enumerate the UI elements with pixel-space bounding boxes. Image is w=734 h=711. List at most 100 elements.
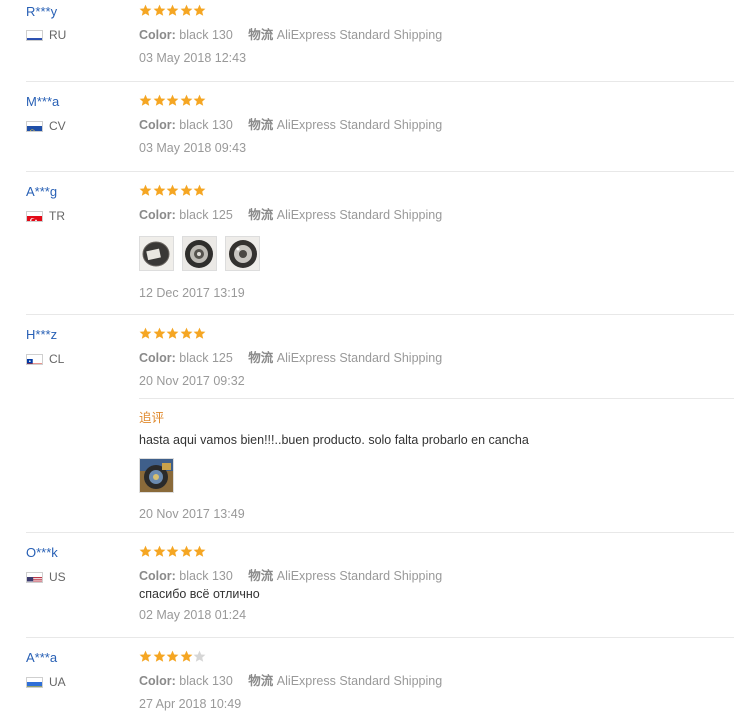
review-attributes: Color: black 130 物流 AliExpress Standard … xyxy=(139,670,442,689)
color-label: Color: xyxy=(139,351,176,365)
review-comment: спасибо всё отлично xyxy=(139,587,260,601)
star-filled-icon xyxy=(193,545,206,558)
color-value: black 130 xyxy=(179,674,233,688)
star-filled-icon xyxy=(180,184,193,197)
star-filled-icon xyxy=(166,327,179,340)
review-photo-thumbnail[interactable] xyxy=(139,236,174,271)
review-photo-thumbnail[interactable] xyxy=(225,236,260,271)
review-date: 27 Apr 2018 10:49 xyxy=(139,697,242,711)
shipping-value: AliExpress Standard Shipping xyxy=(276,208,443,222)
flag-ru-icon xyxy=(26,29,43,41)
review-date: 03 May 2018 12:43 xyxy=(139,51,247,65)
color-value: black 130 xyxy=(179,569,233,583)
reviewer-country: CV xyxy=(26,119,66,133)
flag-us-icon xyxy=(26,571,43,583)
review-photo-thumbnail[interactable] xyxy=(182,236,217,271)
review-attributes: Color: black 130 物流 AliExpress Standard … xyxy=(139,24,442,43)
shipping-value: AliExpress Standard Shipping xyxy=(276,28,443,42)
review-photo-thumbnail[interactable] xyxy=(139,458,174,493)
color-value: black 125 xyxy=(179,351,233,365)
star-filled-icon xyxy=(153,4,166,17)
flag-tr-icon xyxy=(26,210,43,222)
reviewer-name[interactable]: A***g xyxy=(26,184,57,199)
review-item: H***z CL Color: black 125 物流 AliExpress … xyxy=(0,323,734,533)
review-date: 12 Dec 2017 13:19 xyxy=(139,286,245,300)
star-filled-icon xyxy=(139,650,152,663)
divider xyxy=(26,314,734,315)
review-item: O***k US Color: black 130 物流 AliExpress … xyxy=(0,541,734,637)
rating-stars xyxy=(139,94,207,107)
reviewer-name[interactable]: M***a xyxy=(26,94,59,109)
review-attributes: Color: black 130 物流 AliExpress Standard … xyxy=(139,114,442,133)
star-filled-icon xyxy=(139,94,152,107)
star-filled-icon xyxy=(153,94,166,107)
star-filled-icon xyxy=(166,184,179,197)
star-filled-icon xyxy=(153,545,166,558)
star-filled-icon xyxy=(166,4,179,17)
review-photos xyxy=(139,236,268,271)
star-filled-icon xyxy=(139,184,152,197)
star-filled-icon xyxy=(139,4,152,17)
star-empty-icon xyxy=(193,650,206,663)
star-filled-icon xyxy=(166,545,179,558)
shipping-value: AliExpress Standard Shipping xyxy=(276,118,443,132)
rating-stars xyxy=(139,650,207,663)
star-filled-icon xyxy=(180,94,193,107)
star-filled-icon xyxy=(193,327,206,340)
review-item: M***a CV Color: black 130 物流 AliExpress … xyxy=(0,90,734,172)
review-date: 20 Nov 2017 09:32 xyxy=(139,374,245,388)
star-filled-icon xyxy=(139,545,152,558)
shipping-label: 物流 xyxy=(248,351,274,365)
reviewer-name[interactable]: O***k xyxy=(26,545,58,560)
star-filled-icon xyxy=(180,545,193,558)
rating-stars xyxy=(139,545,207,558)
review-attributes: Color: black 130 物流 AliExpress Standard … xyxy=(139,565,442,584)
shipping-label: 物流 xyxy=(248,208,274,222)
color-value: black 130 xyxy=(179,28,233,42)
flag-cl-icon xyxy=(26,353,43,365)
country-code: TR xyxy=(49,209,65,223)
reviewer-name[interactable]: H***z xyxy=(26,327,57,342)
divider xyxy=(26,81,734,82)
rating-stars xyxy=(139,184,207,197)
divider xyxy=(26,171,734,172)
reviewer-name[interactable]: R***y xyxy=(26,4,57,19)
star-filled-icon xyxy=(193,184,206,197)
review-attributes: Color: black 125 物流 AliExpress Standard … xyxy=(139,347,442,366)
country-code: US xyxy=(49,570,66,584)
color-label: Color: xyxy=(139,674,176,688)
color-label: Color: xyxy=(139,569,176,583)
star-filled-icon xyxy=(180,650,193,663)
followup-divider xyxy=(139,398,734,399)
color-value: black 130 xyxy=(179,118,233,132)
divider xyxy=(26,532,734,533)
review-date: 02 May 2018 01:24 xyxy=(139,608,247,622)
country-code: CV xyxy=(49,119,66,133)
star-filled-icon xyxy=(153,650,166,663)
reviewer-country: US xyxy=(26,570,66,584)
shipping-value: AliExpress Standard Shipping xyxy=(276,674,443,688)
reviewer-country: TR xyxy=(26,209,65,223)
shipping-value: AliExpress Standard Shipping xyxy=(276,569,443,583)
reviewer-country: RU xyxy=(26,28,66,42)
review-item: R***y RU Color: black 130 物流 AliExpress … xyxy=(0,0,734,82)
star-filled-icon xyxy=(139,327,152,340)
reviewer-name[interactable]: A***a xyxy=(26,650,57,665)
star-filled-icon xyxy=(193,94,206,107)
star-filled-icon xyxy=(166,94,179,107)
rating-stars xyxy=(139,4,207,17)
review-attributes: Color: black 125 物流 AliExpress Standard … xyxy=(139,204,442,223)
flag-ua-icon xyxy=(26,676,43,688)
followup-photos xyxy=(139,458,182,493)
review-item: A***a UA Color: black 130 物流 AliExpress … xyxy=(0,646,734,711)
color-label: Color: xyxy=(139,118,176,132)
reviewer-country: CL xyxy=(26,352,64,366)
review-item: A***g TR Color: black 125 物流 AliExpress … xyxy=(0,180,734,315)
followup-comment: hasta aqui vamos bien!!!..buen producto.… xyxy=(139,433,529,447)
star-filled-icon xyxy=(153,184,166,197)
color-label: Color: xyxy=(139,208,176,222)
flag-cv-icon xyxy=(26,120,43,132)
country-code: CL xyxy=(49,352,65,366)
country-code: RU xyxy=(49,28,67,42)
divider xyxy=(26,637,734,638)
